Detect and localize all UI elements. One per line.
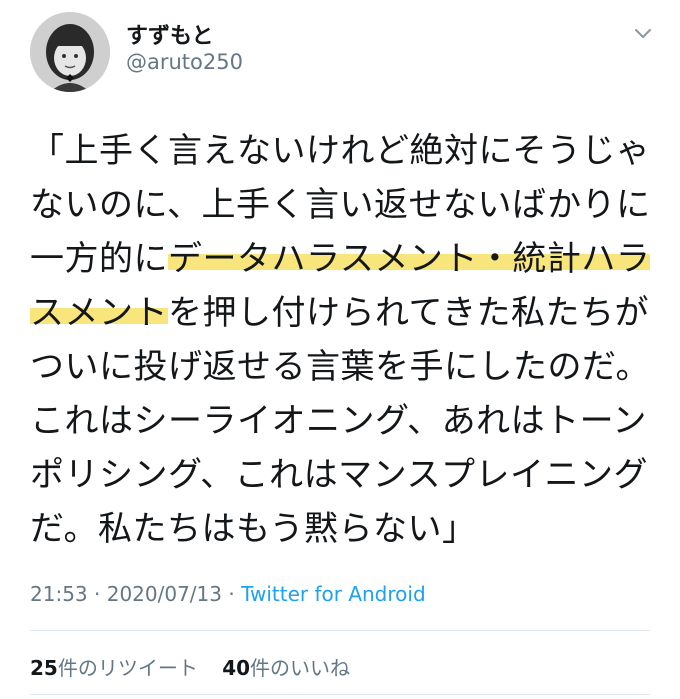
user-avatar-icon	[30, 12, 110, 92]
tweet-text: 「上手く言えないけれど絶対にそうじゃ ないのに、上手く言い返せないばかりに 一方…	[30, 124, 658, 556]
retweets-stat[interactable]: 25件のリツイート	[30, 656, 198, 680]
user-handle[interactable]: @aruto250	[126, 50, 243, 74]
engagement-stats: 25件のリツイート 40件のいいね	[30, 652, 368, 681]
display-name[interactable]: すずもと	[126, 18, 214, 50]
tweet-line: ないのに、上手く言い返せないばかりに	[30, 185, 651, 225]
tweet-line: ポリシング、これはマンスプレイニング	[30, 455, 648, 495]
chevron-down-icon[interactable]	[632, 22, 654, 44]
tweet-line: だ。私たちはもう黙らない」	[30, 509, 477, 549]
tweet-date[interactable]: 2020/07/13	[107, 582, 222, 606]
source-app-link[interactable]: Twitter for Android	[241, 582, 426, 606]
tweet-line: ついに投げ返せる言葉を手にしたのだ。	[30, 347, 650, 387]
tweet-meta: 21:53 · 2020/07/13 · Twitter for Android	[30, 582, 426, 606]
tweet-line: 「上手く言えないけれど絶対にそうじゃ	[30, 131, 651, 171]
divider	[30, 694, 650, 695]
highlighted-text: データハラスメント・統計ハラ	[168, 239, 651, 279]
divider	[30, 630, 650, 631]
tweet-line: スメントを押し付けられてきた私たちが	[30, 293, 649, 333]
highlighted-text: スメント	[30, 293, 168, 333]
user-avatar[interactable]	[30, 12, 110, 92]
likes-stat[interactable]: 40件のいいね	[222, 656, 350, 680]
tweet-line: 一方的にデータハラスメント・統計ハラ	[30, 239, 651, 279]
tweet-line: これはシーライオニング、あれはトーン	[30, 401, 647, 441]
tweet-time[interactable]: 21:53	[30, 582, 88, 606]
